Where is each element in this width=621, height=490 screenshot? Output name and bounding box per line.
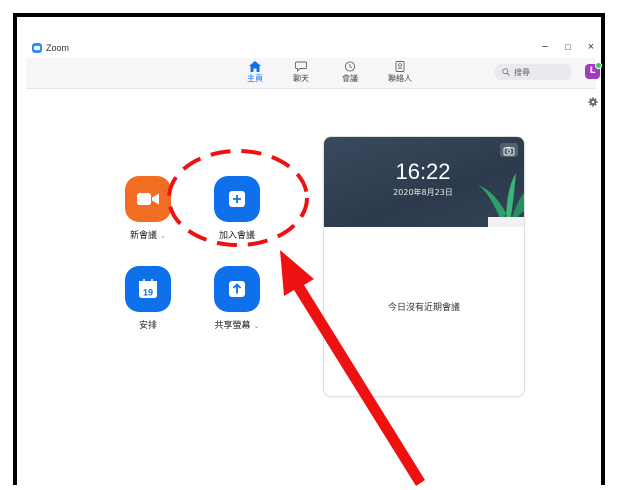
tab-home[interactable]: 主頁: [233, 61, 277, 84]
new-meeting-button[interactable]: [125, 176, 171, 222]
chevron-down-icon[interactable]: ⌄: [160, 232, 166, 240]
share-screen-button[interactable]: [214, 266, 260, 312]
tab-label: 會議: [342, 74, 358, 83]
join-meeting-button[interactable]: [214, 176, 260, 222]
search-icon: [502, 68, 510, 76]
current-time: 16:22: [395, 159, 451, 184]
home-icon: [249, 61, 261, 72]
plus-icon: [229, 191, 245, 207]
calendar-day: 19: [143, 288, 153, 298]
top-nav: 主頁 聊天 會議 聯絡人 搜尋 L: [26, 58, 602, 89]
search-input[interactable]: 搜尋: [494, 64, 572, 80]
schedule-action[interactable]: 19 安排: [103, 266, 193, 331]
share-up-arrow-icon: [229, 281, 245, 297]
gear-icon[interactable]: [588, 97, 598, 107]
share-screen-action[interactable]: 共享螢幕 ⌄: [192, 266, 282, 331]
tab-label: 主頁: [247, 74, 263, 83]
close-button[interactable]: ×: [584, 41, 598, 53]
share-screen-label: 共享螢幕: [214, 321, 251, 331]
online-status-dot: [595, 62, 602, 69]
calendar-icon: 19: [139, 279, 157, 298]
tab-label: 聯絡人: [388, 74, 412, 83]
plant-illustration: [478, 173, 524, 227]
camera-icon[interactable]: [500, 143, 518, 157]
new-meeting-action[interactable]: 新會議 ⌄: [103, 176, 193, 241]
join-meeting-label: 加入會議: [218, 231, 255, 241]
time-banner: 16:22 2020年8月23日: [324, 137, 524, 227]
no-meetings-message: 今日沒有近期會議: [387, 303, 460, 313]
schedule-button[interactable]: 19: [125, 266, 171, 312]
current-date: 2020年8月23日: [393, 188, 453, 197]
tab-meetings[interactable]: 會議: [328, 61, 372, 84]
chevron-down-icon[interactable]: ⌄: [254, 322, 260, 330]
chat-icon: [295, 61, 307, 72]
search-placeholder: 搜尋: [514, 68, 530, 77]
tab-chat[interactable]: 聊天: [279, 61, 323, 84]
title-bar: Zoom − □ ×: [26, 40, 596, 58]
video-camera-icon: [137, 193, 159, 205]
maximize-button[interactable]: □: [561, 42, 575, 52]
tab-label: 聊天: [293, 74, 309, 83]
schedule-label: 安排: [138, 321, 157, 331]
tab-contacts[interactable]: 聯絡人: [378, 61, 422, 84]
avatar[interactable]: L: [585, 62, 602, 79]
minimize-button[interactable]: −: [538, 41, 552, 53]
clock-icon: [344, 61, 356, 72]
zoom-logo-icon: [32, 43, 42, 53]
avatar-letter: L: [589, 66, 596, 76]
window-title: Zoom: [46, 43, 70, 53]
join-meeting-action[interactable]: 加入會議: [192, 176, 282, 241]
new-meeting-label: 新會議: [130, 231, 158, 241]
upcoming-meetings-card: 16:22 2020年8月23日 今日沒有近期會議: [323, 136, 525, 397]
contacts-icon: [395, 61, 405, 72]
